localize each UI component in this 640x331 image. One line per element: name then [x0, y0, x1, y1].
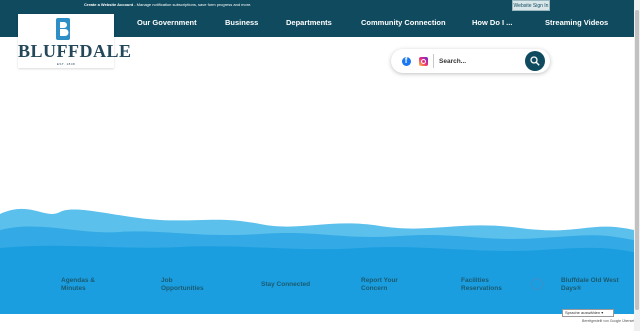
facebook-icon[interactable]	[402, 56, 411, 66]
quick-link-old-west-days[interactable]: Bluffdale Old West Days®	[561, 277, 619, 293]
quick-link-stay-connected[interactable]: Stay Connected	[261, 281, 310, 289]
quick-link-report-concern[interactable]: Report Your Concern	[361, 277, 398, 293]
account-note-text: - Manage notification subscriptions, sav…	[133, 2, 252, 7]
quick-link-job-opportunities[interactable]: Job Opportunities	[161, 277, 204, 293]
site-logo[interactable]: BLUFFDALE EST. 1848	[18, 14, 132, 68]
nav-community-connection[interactable]: Community Connection	[361, 18, 446, 27]
search-icon	[530, 56, 540, 66]
search-bar	[391, 49, 550, 73]
search-divider	[433, 54, 434, 68]
account-note-link[interactable]: Create a Website Account	[84, 2, 133, 7]
nav-our-government[interactable]: Our Government	[137, 18, 197, 27]
old-west-days-icon	[531, 278, 543, 290]
mountain-banner	[0, 208, 634, 314]
language-select[interactable]: Sprache auswählen ▾	[562, 309, 614, 317]
logo-name: BLUFFDALE	[18, 41, 132, 61]
account-note[interactable]: Create a Website Account - Manage notifi…	[84, 2, 251, 7]
google-translate-credit: Bereitgestellt von Google Übersetzer	[582, 319, 640, 323]
quick-link-facilities-reservations[interactable]: Facilities Reservations	[461, 277, 502, 293]
instagram-icon[interactable]	[419, 57, 428, 66]
scroll-thumb[interactable]	[635, 10, 639, 310]
logo-b-icon	[56, 18, 70, 40]
website-sign-in-button[interactable]: Website Sign In	[512, 0, 550, 11]
logo-established: EST. 1848	[56, 62, 76, 66]
quick-link-agendas-minutes[interactable]: Agendas & Minutes	[61, 277, 95, 293]
page-scrollbar[interactable]	[634, 0, 640, 331]
nav-streaming-videos[interactable]: Streaming Videos	[545, 18, 608, 27]
search-input[interactable]	[439, 54, 519, 68]
nav-business[interactable]: Business	[225, 18, 258, 27]
nav-how-do-i[interactable]: How Do I ...	[472, 18, 512, 27]
search-button[interactable]	[525, 51, 545, 71]
nav-departments[interactable]: Departments	[286, 18, 332, 27]
